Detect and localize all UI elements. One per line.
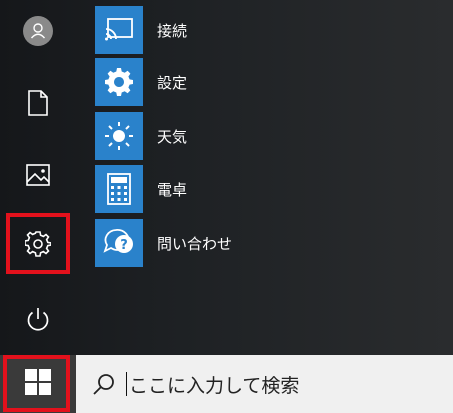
gear-icon xyxy=(25,231,51,257)
power-button[interactable] xyxy=(0,288,76,350)
document-icon xyxy=(27,90,49,116)
app-item-weather[interactable]: 天気 xyxy=(95,111,453,161)
svg-text:?: ? xyxy=(120,238,128,253)
app-list: 接続 設定 天気 電卓 ? 問い合わせ xyxy=(95,0,453,355)
app-item-connect[interactable]: 接続 xyxy=(95,5,453,55)
app-label: 接続 xyxy=(157,21,188,40)
app-label: 問い合わせ xyxy=(157,234,233,253)
app-item-calculator[interactable]: 電卓 xyxy=(95,164,453,214)
calculator-icon xyxy=(95,165,143,213)
settings-gear-icon xyxy=(95,58,143,106)
pictures-button[interactable] xyxy=(0,144,76,206)
weather-sun-icon xyxy=(95,112,143,160)
search-icon xyxy=(90,370,118,398)
windows-logo-icon xyxy=(25,369,51,399)
user-avatar-icon xyxy=(23,16,53,46)
settings-rail-button[interactable] xyxy=(0,213,76,275)
app-label: 設定 xyxy=(157,73,188,92)
account-button[interactable] xyxy=(0,0,76,62)
search-box[interactable]: ここに入力して検索 xyxy=(76,355,453,413)
power-icon xyxy=(25,306,51,332)
picture-icon xyxy=(26,164,50,186)
start-menu: 接続 設定 天気 電卓 ? 問い合わせ xyxy=(0,0,453,355)
app-label: 電卓 xyxy=(157,180,188,199)
documents-button[interactable] xyxy=(0,72,76,134)
help-chat-icon: ? xyxy=(95,219,143,267)
app-item-settings[interactable]: 設定 xyxy=(95,57,453,107)
connect-icon xyxy=(95,6,143,54)
app-item-contact-support[interactable]: ? 問い合わせ xyxy=(95,218,453,268)
taskbar: ここに入力して検索 xyxy=(0,355,453,413)
app-label: 天気 xyxy=(157,127,188,146)
start-menu-rail xyxy=(0,0,76,355)
start-button[interactable] xyxy=(0,355,76,413)
search-input-placeholder[interactable]: ここに入力して検索 xyxy=(129,371,299,398)
text-caret xyxy=(126,372,127,396)
